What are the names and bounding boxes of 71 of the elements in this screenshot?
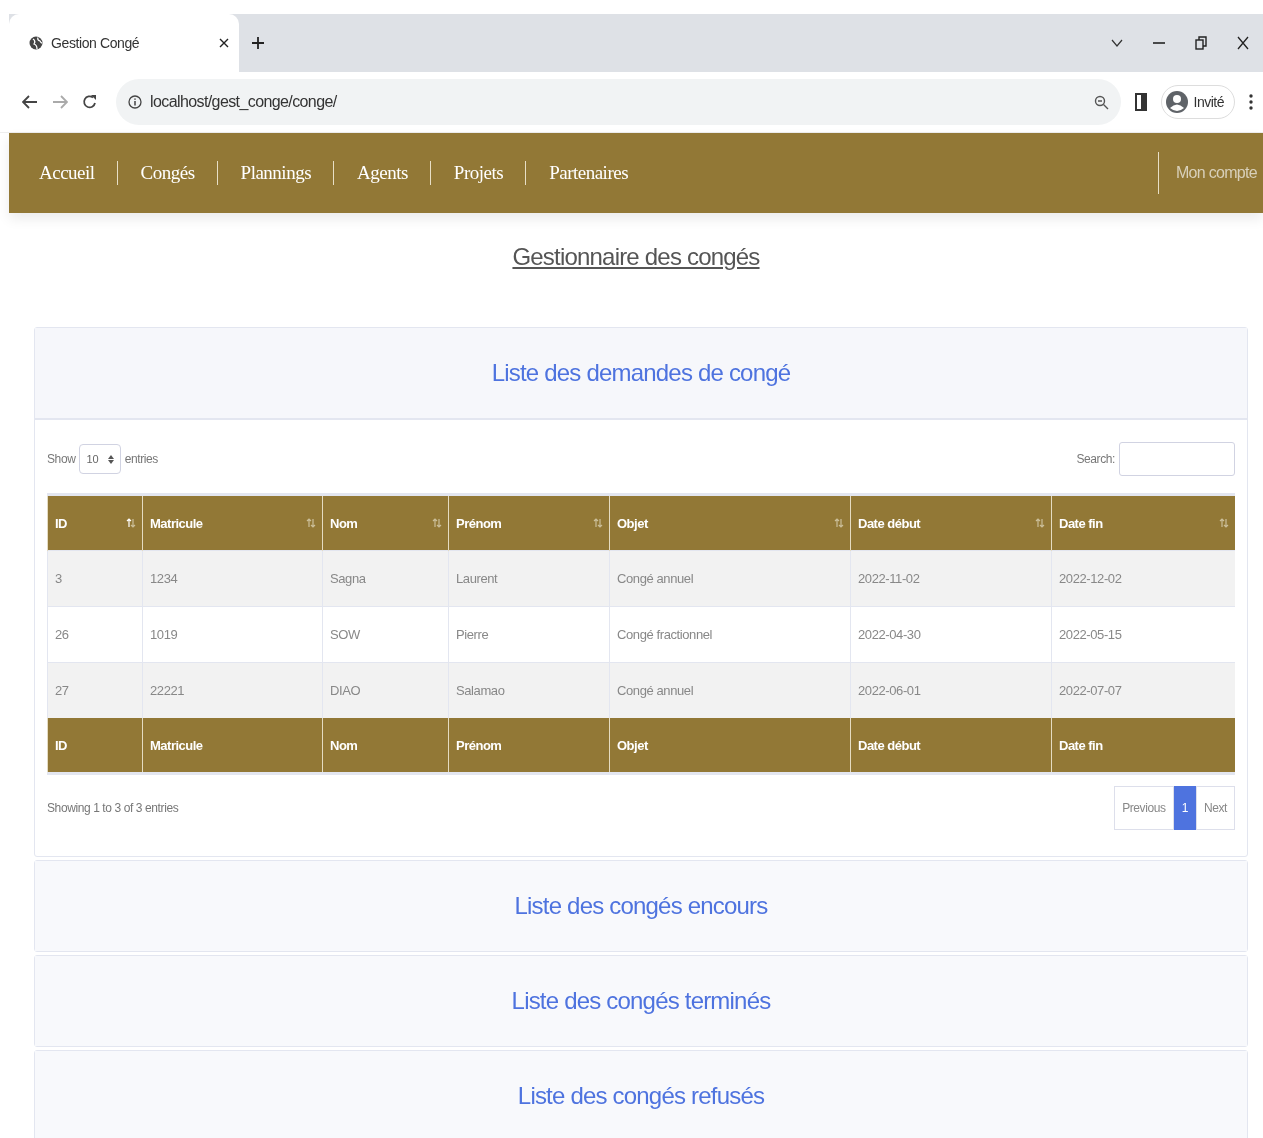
section-header[interactable]: Liste des congés terminés [35,956,1247,1046]
column-header[interactable]: ID [47,494,143,551]
search-field[interactable] [1119,442,1235,476]
nav-link[interactable]: Plannings [217,162,334,184]
section-header[interactable]: Liste des congés encours [35,861,1247,951]
table-cell: Congé annuel [609,662,851,718]
reload-icon[interactable] [82,94,98,110]
column-footer: Date fin [1051,718,1235,774]
zoom-icon[interactable] [1093,94,1109,110]
menu-icon[interactable] [1249,94,1253,110]
close-icon[interactable] [219,38,229,48]
table-cell: Laurent [448,550,610,607]
section-title[interactable]: Liste des demandes de congé [491,359,791,387]
column-header[interactable]: Objet [609,494,851,551]
column-header[interactable]: Date début [850,494,1052,551]
column-footer: Objet [609,718,851,774]
nav-link[interactable]: Partenaires [526,162,651,184]
tab-title: Gestion Congé [51,35,141,51]
table-cell: 2022-12-02 [1051,550,1235,607]
table-cell: 2022-07-07 [1051,662,1235,718]
length-select[interactable]: 10 [79,444,121,474]
side-panel-icon[interactable] [1134,93,1147,111]
info-icon [128,95,142,109]
globe-icon [29,36,43,50]
table-cell: Salamao [448,662,610,718]
column-footer: ID [47,718,143,774]
column-footer: Prénom [448,718,610,774]
back-icon[interactable] [22,95,38,109]
nav-link[interactable]: Congés [117,162,217,184]
column-footer: Nom [322,718,449,774]
table-cell: Congé annuel [609,550,851,607]
table-cell: 1234 [142,550,323,607]
page-button[interactable]: 1 [1173,786,1196,830]
column-header[interactable]: Date fin [1051,494,1235,551]
account-link[interactable]: Mon compte [1158,164,1263,182]
column-footer: Matricule [142,718,323,774]
section-title[interactable]: Liste des congés encours [514,892,768,920]
nav-link[interactable]: Projets [430,162,526,184]
page-title: Gestionnaire des congés [512,243,760,271]
entries-label: entries [124,452,158,466]
new-tab-icon[interactable] [251,36,265,50]
search-label: Search: [1076,452,1115,466]
table-cell: 22221 [142,662,323,718]
nav-link[interactable]: Accueil [39,162,117,184]
section-header[interactable]: Liste des demandes de congé [35,328,1247,420]
column-footer: Date début [850,718,1052,774]
column-header[interactable]: Nom [322,494,449,551]
column-header[interactable]: Prénom [448,494,610,551]
table-cell: 2022-06-01 [850,662,1052,718]
section-title[interactable]: Liste des congés terminés [511,987,771,1015]
address-bar[interactable]: localhost/gest_conge/conge/ [116,79,1121,125]
table-cell: 2022-11-02 [850,550,1052,607]
table-cell: 27 [47,662,143,718]
avatar-icon [1165,91,1188,113]
next-button[interactable]: Next [1195,786,1235,830]
restore-icon[interactable] [1195,36,1207,50]
table-info: Showing 1 to 3 of 3 entries [47,801,179,815]
spinner-icon [107,454,114,464]
column-header[interactable]: Matricule [142,494,323,551]
table-cell: 3 [47,550,143,607]
browser-tab[interactable]: Gestion Congé [9,14,239,72]
table-cell: DIAO [322,662,449,718]
chevron-down-icon[interactable] [1111,39,1123,47]
previous-button[interactable]: Previous [1114,786,1174,830]
table-cell: Sagna [322,550,449,607]
section-title[interactable]: Liste des congés refusés [517,1082,765,1110]
show-label: Show [47,452,76,466]
section-header[interactable]: Liste des congés refusés [35,1051,1247,1138]
nav-link[interactable]: Agents [334,162,430,184]
close-icon[interactable] [1237,36,1249,50]
url-text: localhost/gest_conge/conge/ [150,93,337,111]
